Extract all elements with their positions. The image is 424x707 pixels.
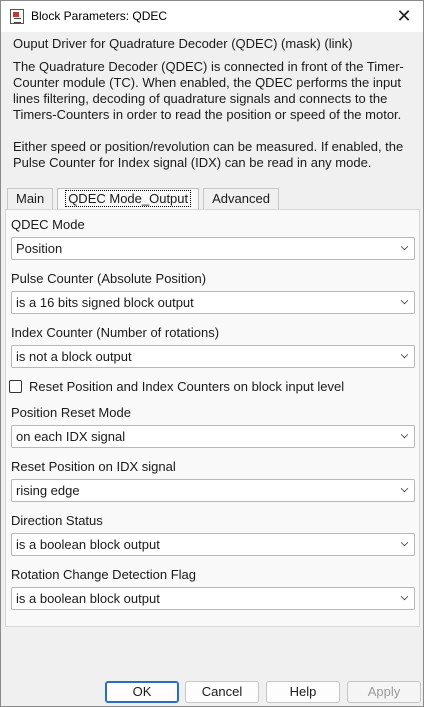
description-paragraph-2: Either speed or position/revolution can …	[13, 139, 404, 170]
tab-qdec-mode-output[interactable]: QDEC Mode_Output	[57, 188, 200, 210]
chevron-down-icon	[400, 430, 409, 439]
position-reset-mode-select[interactable]: on each IDX signal	[11, 425, 415, 448]
pulse-counter-select[interactable]: is a 16 bits signed block output	[11, 291, 415, 314]
reset-counters-checkbox-label: Reset Position and Index Counters on blo…	[29, 379, 345, 394]
qdec-mode-select[interactable]: Position	[11, 237, 415, 260]
apply-button[interactable]: Apply	[347, 681, 421, 703]
dialog-window: Block Parameters: QDEC ✕ Ouput Driver fo…	[0, 0, 424, 707]
mask-description: The Quadrature Decoder (QDEC) is connect…	[13, 59, 413, 187]
index-counter-label: Index Counter (Number of rotations)	[11, 325, 220, 340]
tab-label: Main	[16, 191, 45, 206]
select-value: rising edge	[16, 483, 80, 498]
chevron-down-icon	[400, 538, 409, 547]
tab-panel: QDEC Mode Position Pulse Counter (Absolu…	[5, 209, 420, 627]
cancel-button[interactable]: Cancel	[185, 681, 259, 703]
block-parameters-icon	[10, 9, 24, 24]
description-paragraph-1: The Quadrature Decoder (QDEC) is connect…	[13, 59, 404, 122]
position-reset-mode-label: Position Reset Mode	[11, 405, 131, 420]
window-title: Block Parameters: QDEC	[31, 9, 168, 23]
help-button[interactable]: Help	[266, 681, 340, 703]
tab-advanced[interactable]: Advanced	[203, 188, 279, 209]
pulse-counter-label: Pulse Counter (Absolute Position)	[11, 271, 207, 286]
reset-counters-checkbox-row[interactable]: Reset Position and Index Counters on blo…	[9, 379, 344, 394]
qdec-mode-label: QDEC Mode	[11, 217, 85, 232]
tab-main[interactable]: Main	[7, 188, 54, 209]
tab-label: Advanced	[212, 191, 270, 206]
reset-position-idx-label: Reset Position on IDX signal	[11, 459, 176, 474]
chevron-down-icon	[400, 350, 409, 359]
title-bar: Block Parameters: QDEC ✕	[1, 1, 423, 32]
direction-status-select[interactable]: is a boolean block output	[11, 533, 415, 556]
mask-header: Ouput Driver for Quadrature Decoder (QDE…	[13, 36, 353, 51]
reset-counters-checkbox[interactable]	[9, 380, 22, 393]
select-value: is a 16 bits signed block output	[16, 295, 194, 310]
ok-button[interactable]: OK	[105, 681, 179, 703]
select-value: is not a block output	[16, 349, 132, 364]
close-icon: ✕	[396, 5, 412, 26]
chevron-down-icon	[400, 242, 409, 251]
select-value: is a boolean block output	[16, 591, 160, 606]
rotation-change-flag-select[interactable]: is a boolean block output	[11, 587, 415, 610]
reset-position-idx-select[interactable]: rising edge	[11, 479, 415, 502]
select-value: on each IDX signal	[16, 429, 126, 444]
chevron-down-icon	[400, 296, 409, 305]
chevron-down-icon	[400, 592, 409, 601]
rotation-change-flag-label: Rotation Change Detection Flag	[11, 567, 197, 582]
select-value: is a boolean block output	[16, 537, 160, 552]
index-counter-select[interactable]: is not a block output	[11, 345, 415, 368]
direction-status-label: Direction Status	[11, 513, 103, 528]
tab-label: QDEC Mode_Output	[65, 190, 192, 207]
tab-bar: Main QDEC Mode_Output Advanced	[7, 188, 283, 210]
close-button[interactable]: ✕	[391, 5, 417, 27]
chevron-down-icon	[400, 484, 409, 493]
select-value: Position	[16, 241, 63, 256]
